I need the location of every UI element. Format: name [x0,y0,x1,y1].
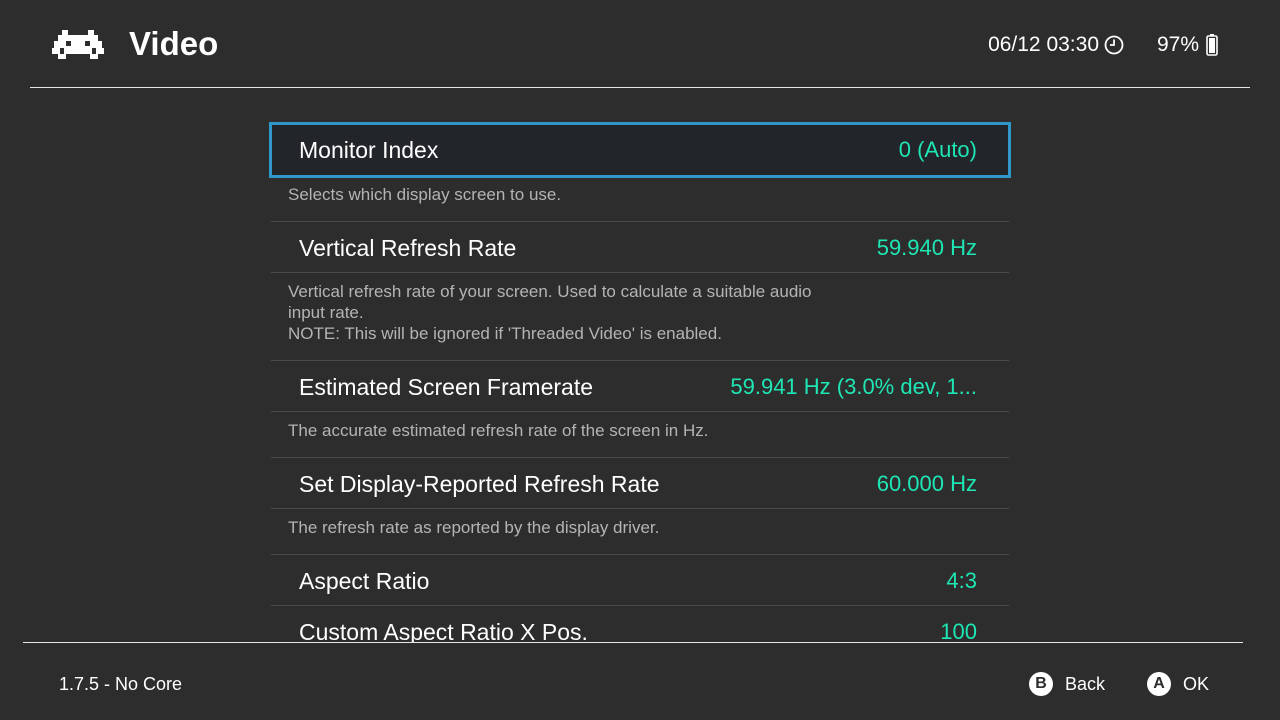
a-button-icon: A [1147,672,1171,696]
back-hint-label: Back [1065,674,1106,694]
setting-value: 60.000 Hz [876,471,977,496]
description-line: NOTE: This will be ignored if 'Threaded … [288,324,722,343]
setting-label: Set Display-Reported Refresh Rate [299,471,660,497]
b-button-icon: B [1029,672,1053,696]
setting-description: Vertical refresh rate of your screen. Us… [271,273,1009,360]
datetime-text: 06/12 03:30 [988,33,1099,56]
description-line: Selects which display screen to use. [288,185,562,204]
setting-label: Vertical Refresh Rate [299,235,517,261]
back-hint[interactable]: B Back [1029,671,1105,697]
setting-value: 59.941 Hz (3.0% dev, 1... [730,374,977,399]
setting-custom-aspect-ratio-x-pos[interactable]: Custom Aspect Ratio X Pos. 100 [271,606,1009,642]
description-line: input rate. [288,303,364,322]
setting-label: Estimated Screen Framerate [299,374,594,400]
setting-value: 100 [940,619,977,642]
setting-value: 0 (Auto) [898,137,977,162]
ok-hint[interactable]: A OK [1147,671,1209,697]
setting-display-reported-refresh-rate[interactable]: Set Display-Reported Refresh Rate 60.000… [271,457,1009,509]
setting-description: The refresh rate as reported by the disp… [271,509,1009,554]
footer-divider [23,642,1243,643]
retroarch-invader-icon [52,30,104,59]
page-title: Video [129,25,219,62]
setting-value: 4:3 [946,568,977,593]
clock-icon [1104,35,1124,55]
setting-description: Selects which display screen to use. [271,176,1009,221]
ok-hint-label: OK [1183,674,1210,694]
version-label: 1.7.5 - No Core [59,674,183,694]
video-settings-screen: Video 06/12 03:30 97% Monitor Index 0 (A… [0,0,1280,720]
setting-label: Custom Aspect Ratio X Pos. [299,619,588,642]
setting-label: Aspect Ratio [299,568,430,594]
description-line: The accurate estimated refresh rate of t… [288,421,709,440]
setting-estimated-screen-framerate[interactable]: Estimated Screen Framerate 59.941 Hz (3.… [271,360,1009,412]
setting-label: Monitor Index [299,137,439,163]
setting-description: The accurate estimated refresh rate of t… [271,412,1009,457]
battery-icon [1206,34,1218,56]
settings-list: Monitor Index 0 (Auto) Selects which dis… [269,88,1011,642]
settings-list-viewport[interactable]: Monitor Index 0 (Auto) Selects which dis… [0,88,1280,642]
setting-monitor-index[interactable]: Monitor Index 0 (Auto) [269,122,1011,178]
battery-status: 97% [1157,32,1218,58]
description-line: Vertical refresh rate of your screen. Us… [288,282,812,301]
clock: 06/12 03:30 [988,32,1124,58]
setting-aspect-ratio[interactable]: Aspect Ratio 4:3 [271,554,1009,606]
description-line: The refresh rate as reported by the disp… [288,518,660,537]
header: Video 06/12 03:30 97% [0,0,1280,88]
setting-value: 59.940 Hz [876,235,977,260]
battery-percent: 97% [1156,33,1199,56]
setting-vertical-refresh-rate[interactable]: Vertical Refresh Rate 59.940 Hz [271,221,1009,273]
